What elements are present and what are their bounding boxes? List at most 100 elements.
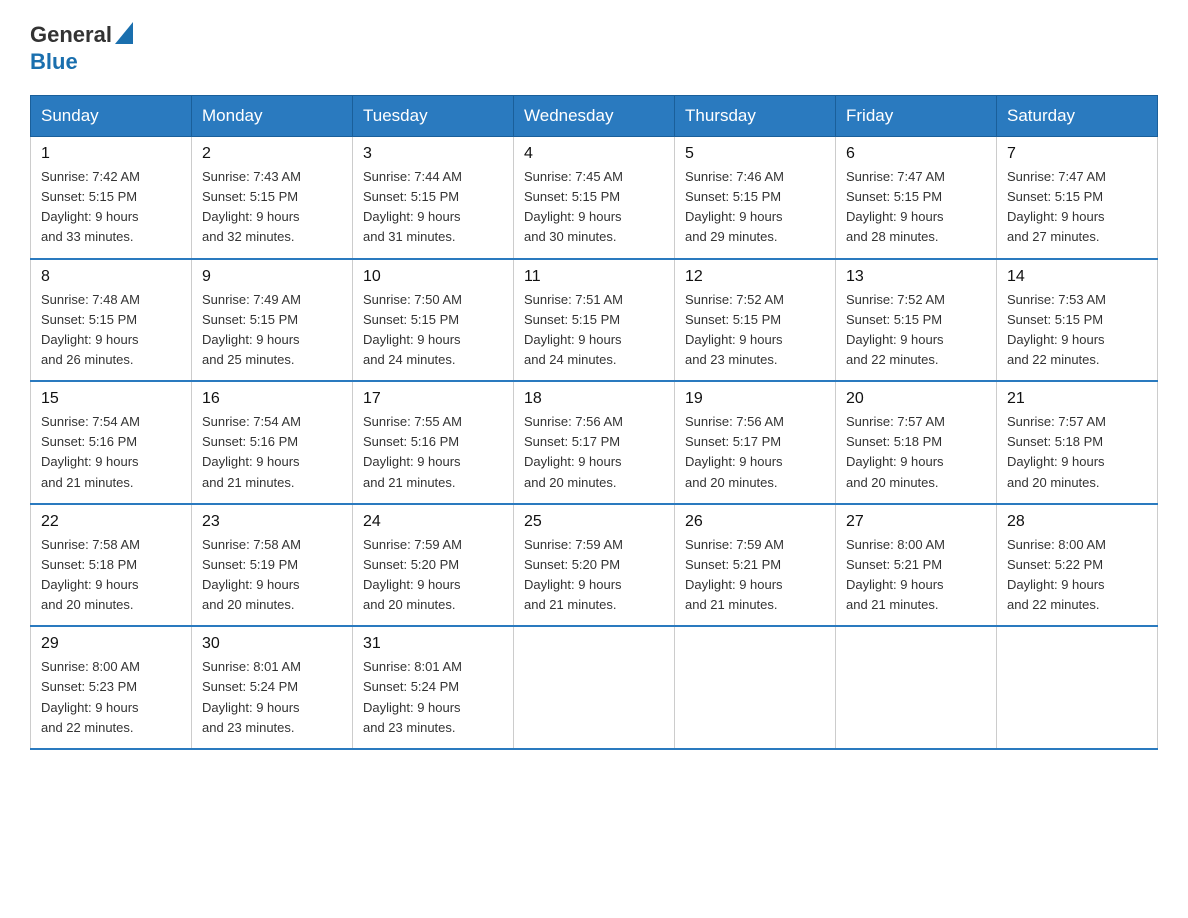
day-number: 27	[846, 513, 986, 531]
calendar-cell: 4 Sunrise: 7:45 AM Sunset: 5:15 PM Dayli…	[514, 137, 675, 259]
day-number: 16	[202, 390, 342, 408]
week-row-3: 15 Sunrise: 7:54 AM Sunset: 5:16 PM Dayl…	[31, 381, 1158, 504]
day-info: Sunrise: 7:54 AM Sunset: 5:16 PM Dayligh…	[202, 412, 342, 493]
calendar-cell: 24 Sunrise: 7:59 AM Sunset: 5:20 PM Dayl…	[353, 504, 514, 627]
calendar-cell: 18 Sunrise: 7:56 AM Sunset: 5:17 PM Dayl…	[514, 381, 675, 504]
day-info: Sunrise: 7:59 AM Sunset: 5:20 PM Dayligh…	[524, 535, 664, 616]
day-info: Sunrise: 8:00 AM Sunset: 5:21 PM Dayligh…	[846, 535, 986, 616]
day-number: 24	[363, 513, 503, 531]
calendar-cell: 8 Sunrise: 7:48 AM Sunset: 5:15 PM Dayli…	[31, 259, 192, 382]
calendar-cell: 3 Sunrise: 7:44 AM Sunset: 5:15 PM Dayli…	[353, 137, 514, 259]
calendar-cell: 9 Sunrise: 7:49 AM Sunset: 5:15 PM Dayli…	[192, 259, 353, 382]
calendar-cell: 12 Sunrise: 7:52 AM Sunset: 5:15 PM Dayl…	[675, 259, 836, 382]
day-info: Sunrise: 8:01 AM Sunset: 5:24 PM Dayligh…	[202, 657, 342, 738]
calendar-cell: 6 Sunrise: 7:47 AM Sunset: 5:15 PM Dayli…	[836, 137, 997, 259]
calendar-cell: 21 Sunrise: 7:57 AM Sunset: 5:18 PM Dayl…	[997, 381, 1158, 504]
day-number: 7	[1007, 145, 1147, 163]
week-row-4: 22 Sunrise: 7:58 AM Sunset: 5:18 PM Dayl…	[31, 504, 1158, 627]
day-info: Sunrise: 7:45 AM Sunset: 5:15 PM Dayligh…	[524, 167, 664, 248]
day-info: Sunrise: 8:01 AM Sunset: 5:24 PM Dayligh…	[363, 657, 503, 738]
logo: General Blue	[30, 20, 133, 75]
day-number: 12	[685, 268, 825, 286]
day-number: 3	[363, 145, 503, 163]
day-number: 25	[524, 513, 664, 531]
header-monday: Monday	[192, 96, 353, 137]
calendar-cell: 22 Sunrise: 7:58 AM Sunset: 5:18 PM Dayl…	[31, 504, 192, 627]
logo-triangle-icon	[115, 22, 133, 49]
day-info: Sunrise: 7:44 AM Sunset: 5:15 PM Dayligh…	[363, 167, 503, 248]
calendar-cell: 29 Sunrise: 8:00 AM Sunset: 5:23 PM Dayl…	[31, 626, 192, 749]
day-number: 26	[685, 513, 825, 531]
day-number: 20	[846, 390, 986, 408]
header-friday: Friday	[836, 96, 997, 137]
day-info: Sunrise: 7:58 AM Sunset: 5:18 PM Dayligh…	[41, 535, 181, 616]
calendar-cell: 15 Sunrise: 7:54 AM Sunset: 5:16 PM Dayl…	[31, 381, 192, 504]
calendar-cell: 31 Sunrise: 8:01 AM Sunset: 5:24 PM Dayl…	[353, 626, 514, 749]
day-number: 21	[1007, 390, 1147, 408]
day-info: Sunrise: 7:54 AM Sunset: 5:16 PM Dayligh…	[41, 412, 181, 493]
day-info: Sunrise: 7:55 AM Sunset: 5:16 PM Dayligh…	[363, 412, 503, 493]
day-number: 29	[41, 635, 181, 653]
calendar-cell: 11 Sunrise: 7:51 AM Sunset: 5:15 PM Dayl…	[514, 259, 675, 382]
day-info: Sunrise: 7:56 AM Sunset: 5:17 PM Dayligh…	[524, 412, 664, 493]
header-tuesday: Tuesday	[353, 96, 514, 137]
calendar-cell: 26 Sunrise: 7:59 AM Sunset: 5:21 PM Dayl…	[675, 504, 836, 627]
logo-general-text: General	[30, 22, 112, 48]
day-info: Sunrise: 7:48 AM Sunset: 5:15 PM Dayligh…	[41, 290, 181, 371]
day-info: Sunrise: 8:00 AM Sunset: 5:22 PM Dayligh…	[1007, 535, 1147, 616]
day-info: Sunrise: 7:56 AM Sunset: 5:17 PM Dayligh…	[685, 412, 825, 493]
week-row-5: 29 Sunrise: 8:00 AM Sunset: 5:23 PM Dayl…	[31, 626, 1158, 749]
day-info: Sunrise: 7:59 AM Sunset: 5:21 PM Dayligh…	[685, 535, 825, 616]
day-info: Sunrise: 7:51 AM Sunset: 5:15 PM Dayligh…	[524, 290, 664, 371]
day-info: Sunrise: 7:43 AM Sunset: 5:15 PM Dayligh…	[202, 167, 342, 248]
header-thursday: Thursday	[675, 96, 836, 137]
day-number: 28	[1007, 513, 1147, 531]
day-info: Sunrise: 7:47 AM Sunset: 5:15 PM Dayligh…	[846, 167, 986, 248]
day-number: 11	[524, 268, 664, 286]
calendar-cell: 23 Sunrise: 7:58 AM Sunset: 5:19 PM Dayl…	[192, 504, 353, 627]
calendar-cell: 10 Sunrise: 7:50 AM Sunset: 5:15 PM Dayl…	[353, 259, 514, 382]
day-number: 2	[202, 145, 342, 163]
calendar-cell	[675, 626, 836, 749]
day-number: 6	[846, 145, 986, 163]
day-info: Sunrise: 7:57 AM Sunset: 5:18 PM Dayligh…	[1007, 412, 1147, 493]
calendar-cell: 20 Sunrise: 7:57 AM Sunset: 5:18 PM Dayl…	[836, 381, 997, 504]
calendar-cell	[836, 626, 997, 749]
calendar-cell: 19 Sunrise: 7:56 AM Sunset: 5:17 PM Dayl…	[675, 381, 836, 504]
day-number: 10	[363, 268, 503, 286]
calendar-cell	[514, 626, 675, 749]
header-wednesday: Wednesday	[514, 96, 675, 137]
week-row-2: 8 Sunrise: 7:48 AM Sunset: 5:15 PM Dayli…	[31, 259, 1158, 382]
day-info: Sunrise: 7:47 AM Sunset: 5:15 PM Dayligh…	[1007, 167, 1147, 248]
day-info: Sunrise: 7:49 AM Sunset: 5:15 PM Dayligh…	[202, 290, 342, 371]
day-number: 19	[685, 390, 825, 408]
day-number: 30	[202, 635, 342, 653]
day-number: 13	[846, 268, 986, 286]
calendar-cell: 14 Sunrise: 7:53 AM Sunset: 5:15 PM Dayl…	[997, 259, 1158, 382]
day-info: Sunrise: 7:52 AM Sunset: 5:15 PM Dayligh…	[846, 290, 986, 371]
calendar-cell: 16 Sunrise: 7:54 AM Sunset: 5:16 PM Dayl…	[192, 381, 353, 504]
calendar-cell: 27 Sunrise: 8:00 AM Sunset: 5:21 PM Dayl…	[836, 504, 997, 627]
day-number: 8	[41, 268, 181, 286]
calendar-cell: 25 Sunrise: 7:59 AM Sunset: 5:20 PM Dayl…	[514, 504, 675, 627]
calendar-table: SundayMondayTuesdayWednesdayThursdayFrid…	[30, 95, 1158, 750]
calendar-cell: 28 Sunrise: 8:00 AM Sunset: 5:22 PM Dayl…	[997, 504, 1158, 627]
day-info: Sunrise: 7:59 AM Sunset: 5:20 PM Dayligh…	[363, 535, 503, 616]
logo-blue-text: Blue	[30, 49, 78, 74]
calendar-cell: 17 Sunrise: 7:55 AM Sunset: 5:16 PM Dayl…	[353, 381, 514, 504]
day-number: 18	[524, 390, 664, 408]
day-number: 14	[1007, 268, 1147, 286]
day-info: Sunrise: 7:46 AM Sunset: 5:15 PM Dayligh…	[685, 167, 825, 248]
day-info: Sunrise: 7:42 AM Sunset: 5:15 PM Dayligh…	[41, 167, 181, 248]
day-number: 9	[202, 268, 342, 286]
calendar-cell: 30 Sunrise: 8:01 AM Sunset: 5:24 PM Dayl…	[192, 626, 353, 749]
header-sunday: Sunday	[31, 96, 192, 137]
day-number: 15	[41, 390, 181, 408]
calendar-cell: 13 Sunrise: 7:52 AM Sunset: 5:15 PM Dayl…	[836, 259, 997, 382]
day-info: Sunrise: 7:58 AM Sunset: 5:19 PM Dayligh…	[202, 535, 342, 616]
day-number: 1	[41, 145, 181, 163]
calendar-cell: 2 Sunrise: 7:43 AM Sunset: 5:15 PM Dayli…	[192, 137, 353, 259]
calendar-cell: 1 Sunrise: 7:42 AM Sunset: 5:15 PM Dayli…	[31, 137, 192, 259]
page-header: General Blue	[30, 20, 1158, 75]
day-number: 23	[202, 513, 342, 531]
